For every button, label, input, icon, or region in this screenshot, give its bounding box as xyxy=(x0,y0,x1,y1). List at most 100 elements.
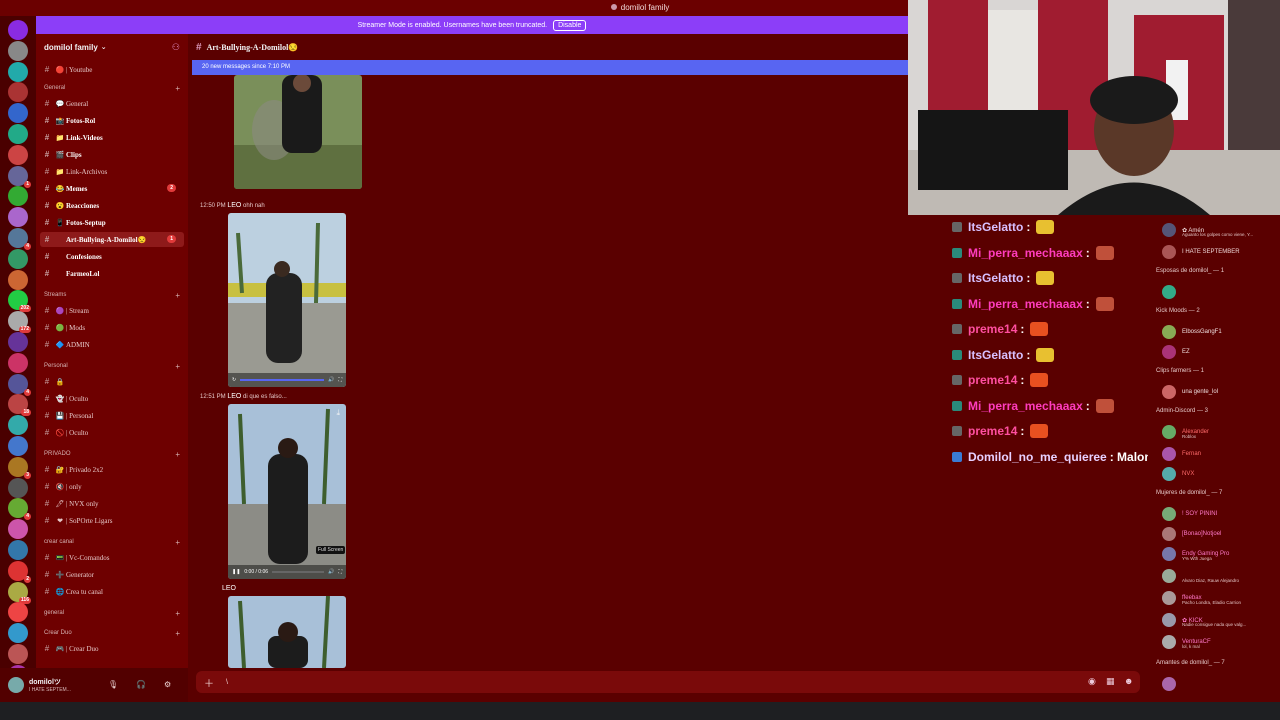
channel-item[interactable]: # 🔇 | only xyxy=(40,479,184,494)
member-item[interactable]: Alvaro Diaz, Rauw Alejandro xyxy=(1162,568,1280,584)
server-icon[interactable] xyxy=(8,103,28,124)
channel-item[interactable]: # FarmeoLol xyxy=(40,266,184,281)
member-item[interactable] xyxy=(1162,676,1280,692)
server-icon[interactable] xyxy=(8,207,28,228)
gift-icon[interactable]: ◉ xyxy=(1088,676,1096,687)
pause-icon[interactable]: ❚❚ xyxy=(232,569,240,575)
member-item[interactable]: una gente_lol xyxy=(1162,384,1280,400)
channel-item[interactable]: # 🎬 Clips xyxy=(40,147,184,162)
emoji-icon[interactable]: ☻ xyxy=(1124,676,1133,686)
video-controls[interactable]: ❚❚ 0:00 / 0:06 🔊 ⛶ xyxy=(228,565,346,579)
server-header[interactable]: domilol family ⌄ ⚇ xyxy=(36,34,188,60)
member-item[interactable]: ✿ KICK Nadie consigue nada que valg... xyxy=(1162,612,1280,628)
server-icon[interactable] xyxy=(8,644,28,664)
server-icon[interactable]: 2 xyxy=(8,560,31,583)
server-icon[interactable] xyxy=(8,352,28,373)
server-icon[interactable]: 172 xyxy=(8,311,31,334)
video-attachment[interactable]: ⤓ Full Screen ❚❚ 0:00 / 0:06 🔊 ⛶ xyxy=(228,404,346,579)
channel-item[interactable]: # 💾 | Personal xyxy=(40,408,184,423)
add-channel-icon[interactable]: + xyxy=(175,362,180,371)
channel-item[interactable]: # 📁 Link-Archivos xyxy=(40,164,184,179)
headphones-icon[interactable]: 🎧 xyxy=(136,680,146,689)
server-icon[interactable] xyxy=(8,186,28,207)
member-item[interactable]: ✿ Amén Aguanto los golpes como viene, Y..… xyxy=(1162,222,1280,238)
composer-input[interactable]: \ xyxy=(226,679,228,686)
member-item[interactable]: EZ xyxy=(1162,344,1280,360)
category-header[interactable]: Personal + xyxy=(44,360,180,372)
add-channel-icon[interactable]: + xyxy=(175,629,180,638)
channel-item[interactable]: # Confesiones xyxy=(40,249,184,264)
channel-item[interactable]: # 👻 | Oculto xyxy=(40,391,184,406)
server-icon[interactable] xyxy=(8,61,28,82)
server-icon[interactable]: 202 xyxy=(8,290,31,313)
replay-icon[interactable]: ↻ xyxy=(232,377,236,383)
channel-item[interactable]: # 🌐 Crea tu canal xyxy=(40,584,184,599)
server-icon[interactable] xyxy=(8,602,28,623)
channel-item[interactable]: # 😂 Memes 2 xyxy=(40,181,184,196)
member-item[interactable]: ! SOY PININI xyxy=(1162,506,1280,522)
add-channel-icon[interactable]: + xyxy=(175,450,180,459)
channel-item[interactable]: # 🚫 | Oculto xyxy=(40,425,184,440)
channel-item[interactable]: # ❤ | SoPOrte Ligars xyxy=(40,513,184,528)
message-author[interactable]: LEO xyxy=(227,202,241,209)
channel-item[interactable]: # 🟣 | Stream xyxy=(40,303,184,318)
server-icon[interactable]: 3 xyxy=(8,456,31,479)
channel-item[interactable]: # 🖊 | NVX only xyxy=(40,496,184,511)
member-item[interactable]: I HATE SEPTEMBER xyxy=(1162,244,1280,260)
server-icon[interactable]: 4 xyxy=(8,228,31,250)
server-icon[interactable] xyxy=(8,415,28,436)
video-progress[interactable] xyxy=(272,571,325,573)
channel-item[interactable]: # Art-Bullying-A-Domilol😒 1 xyxy=(40,232,184,247)
channel-item[interactable]: # 💬 General xyxy=(40,96,184,111)
server-icon[interactable] xyxy=(8,248,28,269)
server-icon[interactable] xyxy=(8,540,28,560)
category-header[interactable]: general + xyxy=(44,607,180,619)
server-icon[interactable] xyxy=(8,477,28,498)
add-channel-icon[interactable]: + xyxy=(175,609,180,618)
fullscreen-icon[interactable]: ⛶ xyxy=(338,377,342,383)
channel-item[interactable]: # 🔐 | Privado 2x2 xyxy=(40,462,184,477)
member-item[interactable]: ffeebax Pacho Londra, Eladio Carrion xyxy=(1162,590,1280,606)
microphone-icon[interactable]: 🎙 xyxy=(108,680,118,689)
channel-item[interactable]: # 📁 Link-Videos xyxy=(40,130,184,145)
server-icon[interactable]: 1 xyxy=(8,165,31,188)
video-attachment[interactable] xyxy=(228,596,346,668)
server-icon[interactable] xyxy=(8,269,28,290)
server-icon[interactable] xyxy=(8,82,28,103)
new-messages-bar[interactable]: 20 new messages since 7:10 PM xyxy=(192,60,908,75)
download-icon[interactable]: ⤓ xyxy=(336,408,340,418)
apps-icon[interactable]: ▦ xyxy=(1106,676,1115,687)
server-icon[interactable] xyxy=(8,519,28,540)
add-channel-icon[interactable]: + xyxy=(175,84,180,93)
member-item[interactable]: VenturaCF lol, k mal xyxy=(1162,634,1280,650)
image-attachment[interactable] xyxy=(234,75,362,189)
channel-item[interactable]: # 📸 Fotos-Rol xyxy=(40,113,184,128)
member-item[interactable]: NVX xyxy=(1162,466,1280,482)
add-friend-icon[interactable]: ⚇ xyxy=(172,42,180,53)
server-icon[interactable] xyxy=(8,124,28,144)
category-header[interactable]: Streams + xyxy=(44,289,180,301)
member-item[interactable]: [Bonao]Notjoel xyxy=(1162,526,1280,542)
video-attachment[interactable]: ↻ 🔊 ⛶ xyxy=(228,213,346,387)
server-icon[interactable] xyxy=(8,623,28,644)
category-header[interactable]: General + xyxy=(44,82,180,94)
disable-streamer-button[interactable]: Disable xyxy=(553,19,587,31)
fullscreen-icon[interactable]: ⛶ xyxy=(338,569,342,575)
channel-item[interactable]: # ➕ Generator xyxy=(40,567,184,582)
add-attachment-icon[interactable]: ＋ xyxy=(204,675,214,690)
volume-icon[interactable]: 🔊 xyxy=(328,377,334,383)
channel-item[interactable]: # 🔴 | Youtube xyxy=(40,62,184,77)
video-progress[interactable] xyxy=(240,379,325,381)
category-header[interactable]: PRIVADO + xyxy=(44,448,180,460)
member-item[interactable] xyxy=(1162,284,1280,300)
server-icon[interactable] xyxy=(8,436,28,456)
message-composer[interactable]: ＋ \ ◉ ▦ ☻ xyxy=(196,671,1140,693)
channel-item[interactable]: # 📟 | Vc-Comandos xyxy=(40,550,184,565)
server-icon[interactable]: 4 xyxy=(8,498,31,521)
member-item[interactable]: Alexander Roblox xyxy=(1162,424,1280,440)
member-item[interactable]: Endy Gaming Pro Y% Wth Juega xyxy=(1162,546,1280,562)
channel-item[interactable]: # 🔒 xyxy=(40,374,184,389)
member-item[interactable]: Fernan xyxy=(1162,446,1280,462)
add-channel-icon[interactable]: + xyxy=(175,291,180,300)
channel-item[interactable]: # 📱 Fotos-Septup xyxy=(40,215,184,230)
